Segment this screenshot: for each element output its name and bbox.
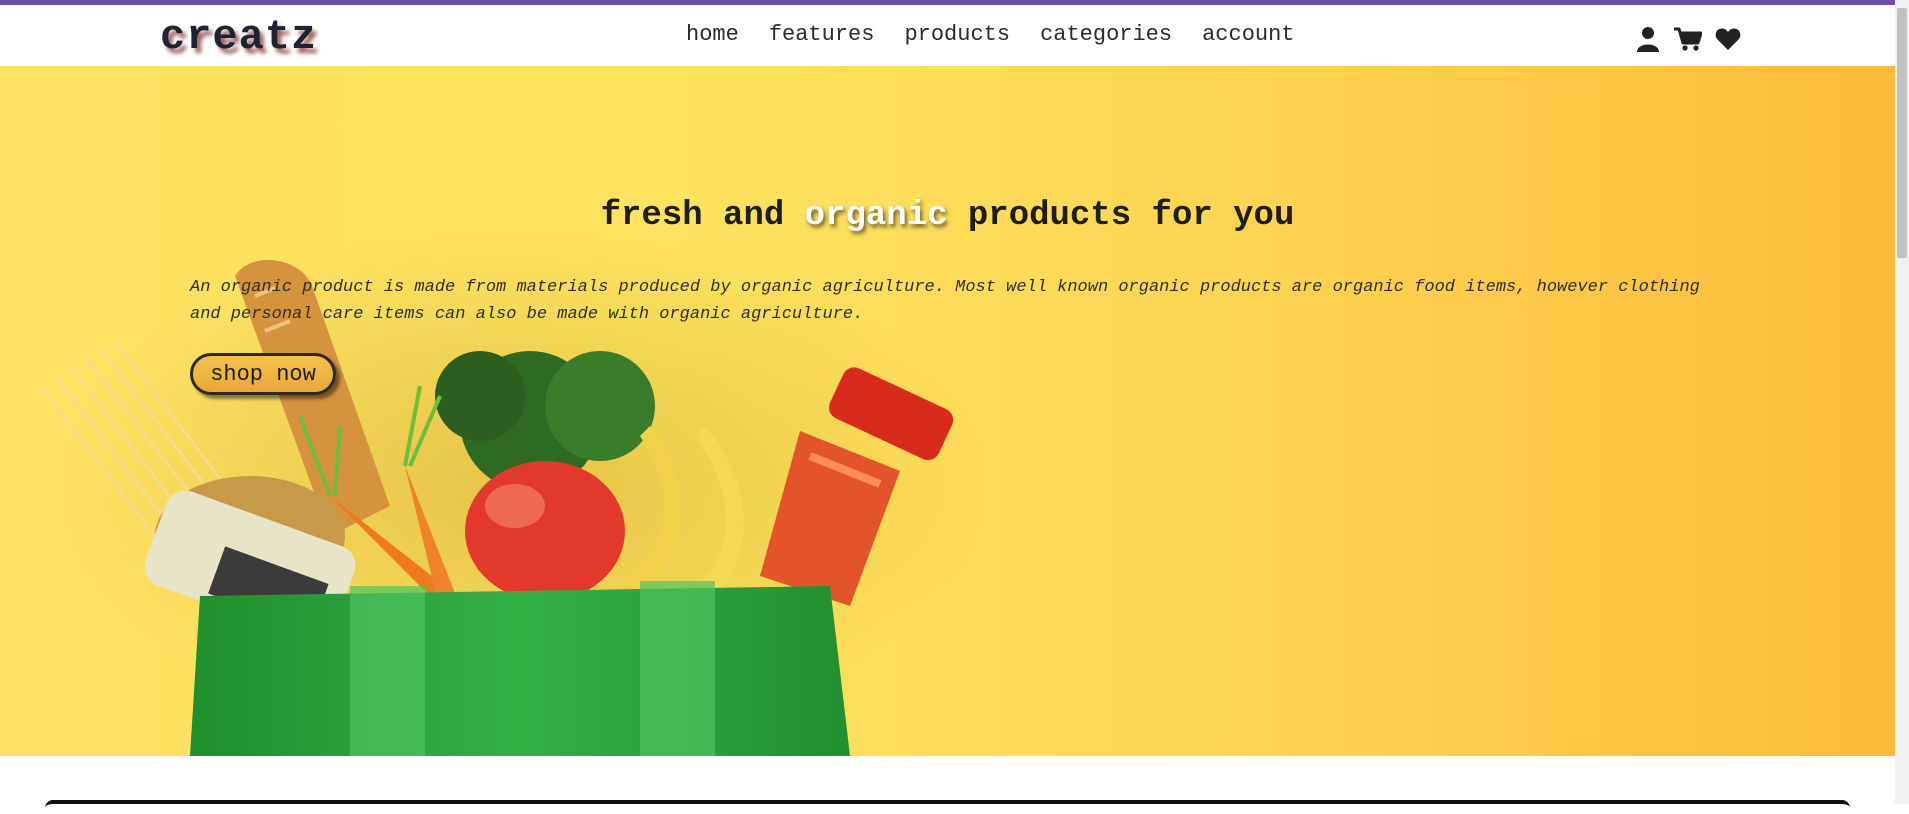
cart-icon[interactable] <box>1673 25 1703 53</box>
nav-features[interactable]: features <box>769 22 875 47</box>
hero-title: fresh and organic products for you <box>0 197 1895 235</box>
grocery-bag-illustration <box>38 226 990 756</box>
site-logo[interactable]: creatz <box>160 13 317 61</box>
header-icons <box>1633 25 1743 53</box>
hero-title-highlight: organic <box>804 197 948 235</box>
shop-now-button[interactable]: shop now <box>190 353 336 395</box>
user-icon[interactable] <box>1633 25 1663 53</box>
heart-icon[interactable] <box>1713 25 1743 53</box>
nav-categories[interactable]: categories <box>1040 22 1172 47</box>
nav-home[interactable]: home <box>686 22 739 47</box>
hero-title-part2: products for you <box>967 197 1295 235</box>
page-scrollbar[interactable] <box>1895 0 1909 804</box>
hero-banner: fresh and organic products for you An or… <box>0 66 1895 756</box>
nav-account[interactable]: account <box>1202 22 1294 47</box>
next-section-border <box>45 800 1850 814</box>
site-header: creatz home features products categories… <box>0 5 1895 66</box>
hero-description: An organic product is made from material… <box>190 278 1700 324</box>
hero-title-part1: fresh and <box>600 197 785 235</box>
main-nav: home features products categories accoun… <box>686 22 1295 47</box>
nav-products[interactable]: products <box>904 22 1010 47</box>
scrollbar-thumb[interactable] <box>1897 8 1907 258</box>
